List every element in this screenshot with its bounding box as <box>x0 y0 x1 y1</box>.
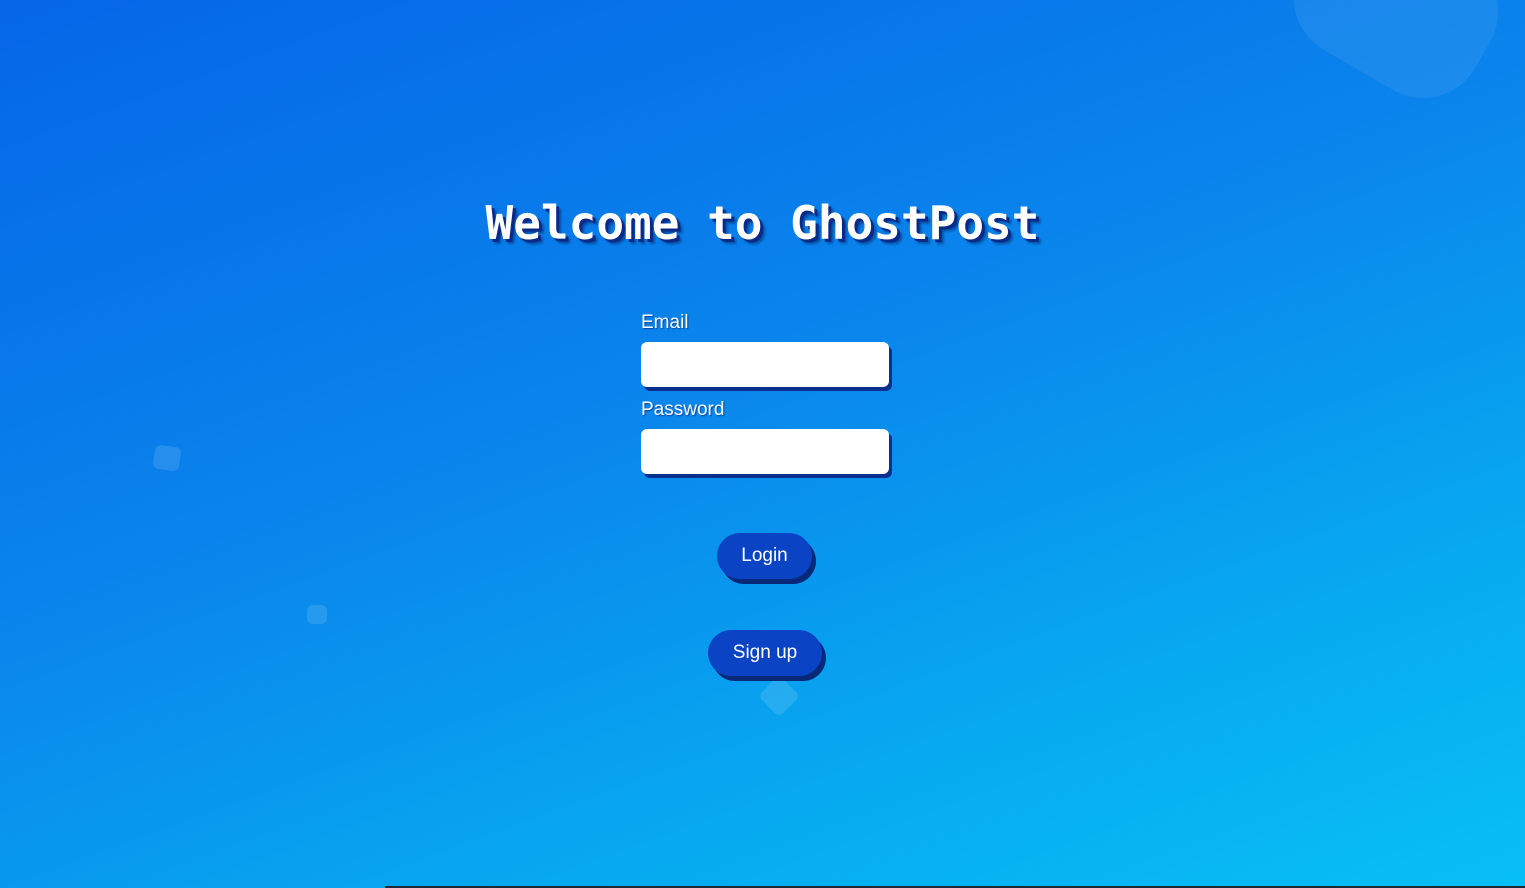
page-title: Welcome to GhostPost <box>485 196 1040 250</box>
login-form: Email Password <box>641 312 889 486</box>
login-button[interactable]: Login <box>717 533 812 579</box>
signup-button[interactable]: Sign up <box>708 630 822 676</box>
email-label: Email <box>641 312 689 333</box>
background-decoration <box>1271 0 1521 120</box>
background-decoration <box>307 605 327 624</box>
email-field[interactable] <box>641 342 889 387</box>
background-decoration <box>757 674 801 718</box>
password-label: Password <box>641 399 725 420</box>
password-field[interactable] <box>641 429 889 474</box>
background-decoration <box>152 444 182 472</box>
